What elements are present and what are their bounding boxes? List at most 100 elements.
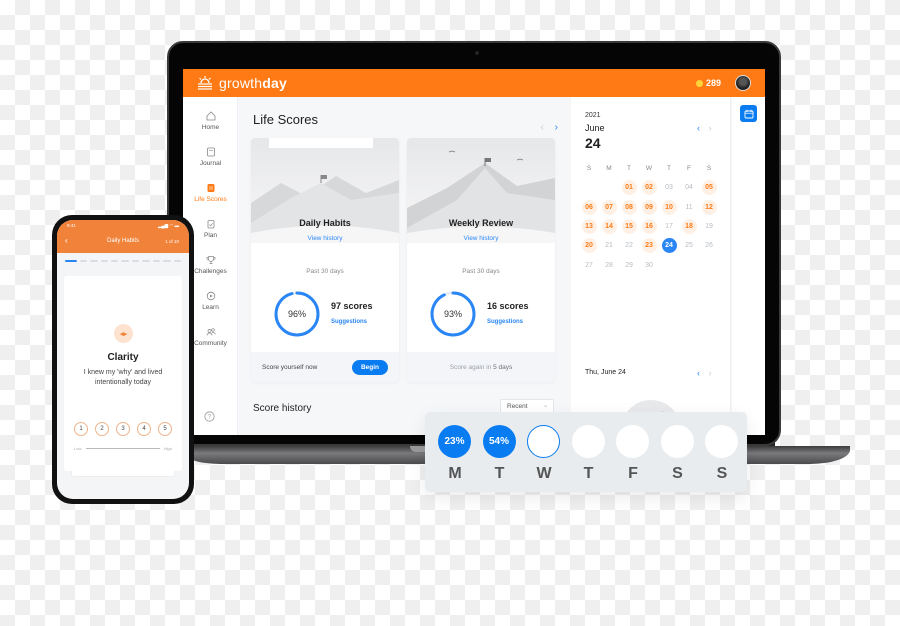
- week-day[interactable]: F: [616, 425, 650, 483]
- score-count: 97 scores: [331, 301, 373, 311]
- prev-day-icon[interactable]: ‹: [697, 368, 700, 378]
- weekday-label: S: [716, 465, 728, 482]
- week-day[interactable]: 54% T: [482, 425, 517, 483]
- calendar-day-cell[interactable]: 25: [679, 238, 699, 254]
- sidebar-item-home[interactable]: Home: [183, 111, 238, 131]
- scale-high-label: High: [163, 446, 172, 451]
- habit-description: I knew my 'why' and lived intentionally …: [83, 369, 163, 386]
- calendar-day-cell[interactable]: 09: [639, 199, 659, 215]
- begin-button[interactable]: Begin: [351, 359, 388, 375]
- calendar-day-cell[interactable]: 27: [579, 257, 599, 273]
- weekday-label: T: [494, 465, 505, 482]
- day-number: 15: [621, 219, 637, 235]
- calendar-day-cell[interactable]: 11: [679, 199, 699, 215]
- calendar-day-cell[interactable]: 07: [599, 199, 619, 215]
- calendar-week: 27 28 29 30: [579, 255, 719, 274]
- suggestions-link[interactable]: Suggestions: [331, 319, 367, 325]
- calendar-day-cell[interactable]: 28: [599, 257, 619, 273]
- day-number: 23: [641, 238, 657, 254]
- prev-arrow-icon[interactable]: ‹: [541, 122, 544, 133]
- period-label: Past 30 days: [306, 268, 344, 275]
- calendar-day-cell[interactable]: 12: [699, 199, 719, 215]
- calendar-day-cell[interactable]: 29: [619, 257, 639, 273]
- week-day[interactable]: T: [571, 425, 606, 483]
- day-number: 19: [705, 223, 713, 231]
- calendar-day-cell[interactable]: 22: [619, 238, 639, 254]
- calendar-day-cell[interactable]: 26: [699, 238, 719, 254]
- weekly-review-card: Weekly Review View history Past 30 days …: [407, 138, 555, 382]
- calendar-day-cell[interactable]: 17: [659, 219, 679, 235]
- progress-segment: [142, 260, 150, 262]
- month-nav: ‹ ›: [697, 123, 712, 133]
- day-progress-circle: 54%: [482, 425, 516, 458]
- day-number: 18: [681, 219, 697, 235]
- week-day[interactable]: W: [527, 425, 561, 483]
- calendar-day-cell[interactable]: 16: [639, 219, 659, 235]
- calendar-day-cell[interactable]: 06: [579, 199, 599, 215]
- calendar-day-cell[interactable]: 10: [659, 199, 679, 215]
- rating-4-button[interactable]: 4: [137, 422, 151, 436]
- suggestions-link[interactable]: Suggestions: [487, 319, 523, 325]
- calendar-day-cell[interactable]: 05: [699, 180, 719, 196]
- progress-segment: [173, 260, 181, 262]
- cards-pager: ‹ ›: [541, 122, 558, 133]
- help-icon[interactable]: ?: [204, 411, 215, 422]
- coin-balance[interactable]: 289: [695, 78, 721, 88]
- right-rail: [732, 97, 765, 435]
- rating-3-button[interactable]: 3: [116, 422, 130, 436]
- calendar-day-cell[interactable]: 20: [579, 238, 599, 254]
- day-progress-circle: 23%: [438, 425, 471, 458]
- calendar-day-cell[interactable]: 04: [679, 180, 699, 196]
- rating-5-button[interactable]: 5: [158, 422, 172, 436]
- footer-text: Score again in 5 days: [449, 363, 513, 371]
- week-day[interactable]: S: [660, 425, 695, 483]
- calendar-day-cell[interactable]: 30: [639, 257, 659, 273]
- day-number: 01: [621, 180, 637, 196]
- trophy-icon: [205, 256, 216, 264]
- calendar-day-cell[interactable]: 01: [619, 180, 639, 196]
- calendar-day-cell[interactable]: 24: [659, 238, 679, 254]
- day-number: 14: [601, 219, 617, 235]
- sort-dropdown[interactable]: Recent ⌄: [500, 399, 554, 413]
- weekday-header: S: [586, 165, 592, 173]
- calendar-day-cell[interactable]: 19: [699, 219, 719, 235]
- calendar-day-cell[interactable]: 15: [619, 219, 639, 235]
- rating-1-button[interactable]: 1: [74, 422, 88, 436]
- next-month-icon[interactable]: ›: [709, 123, 712, 133]
- calendar-button[interactable]: [740, 105, 757, 122]
- calendar-day-cell[interactable]: 23: [639, 238, 659, 254]
- sidebar-item-journal[interactable]: Journal: [183, 147, 238, 167]
- weekday-header: T: [667, 165, 671, 173]
- phone-header: 9:41 ▂▄▆ ◠ ▬ ‹ Daily Habits 1 of 10: [57, 220, 189, 253]
- footer-text: Score yourself now: [262, 363, 318, 371]
- calendar-day-cell[interactable]: 08: [619, 199, 639, 215]
- calendar-year: 2021: [585, 112, 601, 119]
- page-title: Life Scores: [253, 112, 319, 127]
- week-day[interactable]: 23% M: [438, 425, 472, 483]
- scale-low-label: Low: [74, 446, 82, 451]
- view-history-link[interactable]: View history: [407, 235, 555, 242]
- sidebar-item-life-scores[interactable]: Life Scores: [183, 183, 238, 203]
- score-count: 16 scores: [487, 301, 529, 311]
- period-label: Past 30 days: [462, 268, 500, 275]
- rating-options: 1 2 3 4 5: [74, 422, 172, 436]
- sidebar-item-label: Community: [194, 340, 227, 347]
- next-arrow-icon[interactable]: ›: [555, 122, 558, 133]
- weekday-header: T: [627, 165, 631, 173]
- calendar-day-cell[interactable]: 18: [679, 219, 699, 235]
- chevron-down-icon: ⌄: [542, 403, 548, 409]
- weekday-header: S: [706, 165, 712, 173]
- week-day[interactable]: S: [705, 425, 739, 483]
- calendar-day-cell[interactable]: 02: [639, 180, 659, 196]
- user-avatar[interactable]: [735, 75, 751, 91]
- view-history-link[interactable]: View history: [251, 235, 399, 242]
- calendar-day-cell[interactable]: 21: [599, 238, 619, 254]
- sidebar-item-label: Home: [201, 124, 220, 131]
- prev-month-icon[interactable]: ‹: [697, 123, 700, 133]
- calendar-day-cell[interactable]: 13: [579, 219, 599, 235]
- brand-logo[interactable]: growthday: [219, 75, 287, 91]
- calendar-day-cell[interactable]: 03: [659, 180, 679, 196]
- calendar-day-cell[interactable]: 14: [599, 219, 619, 235]
- rating-2-button[interactable]: 2: [95, 422, 109, 436]
- next-day-icon[interactable]: ›: [709, 368, 712, 378]
